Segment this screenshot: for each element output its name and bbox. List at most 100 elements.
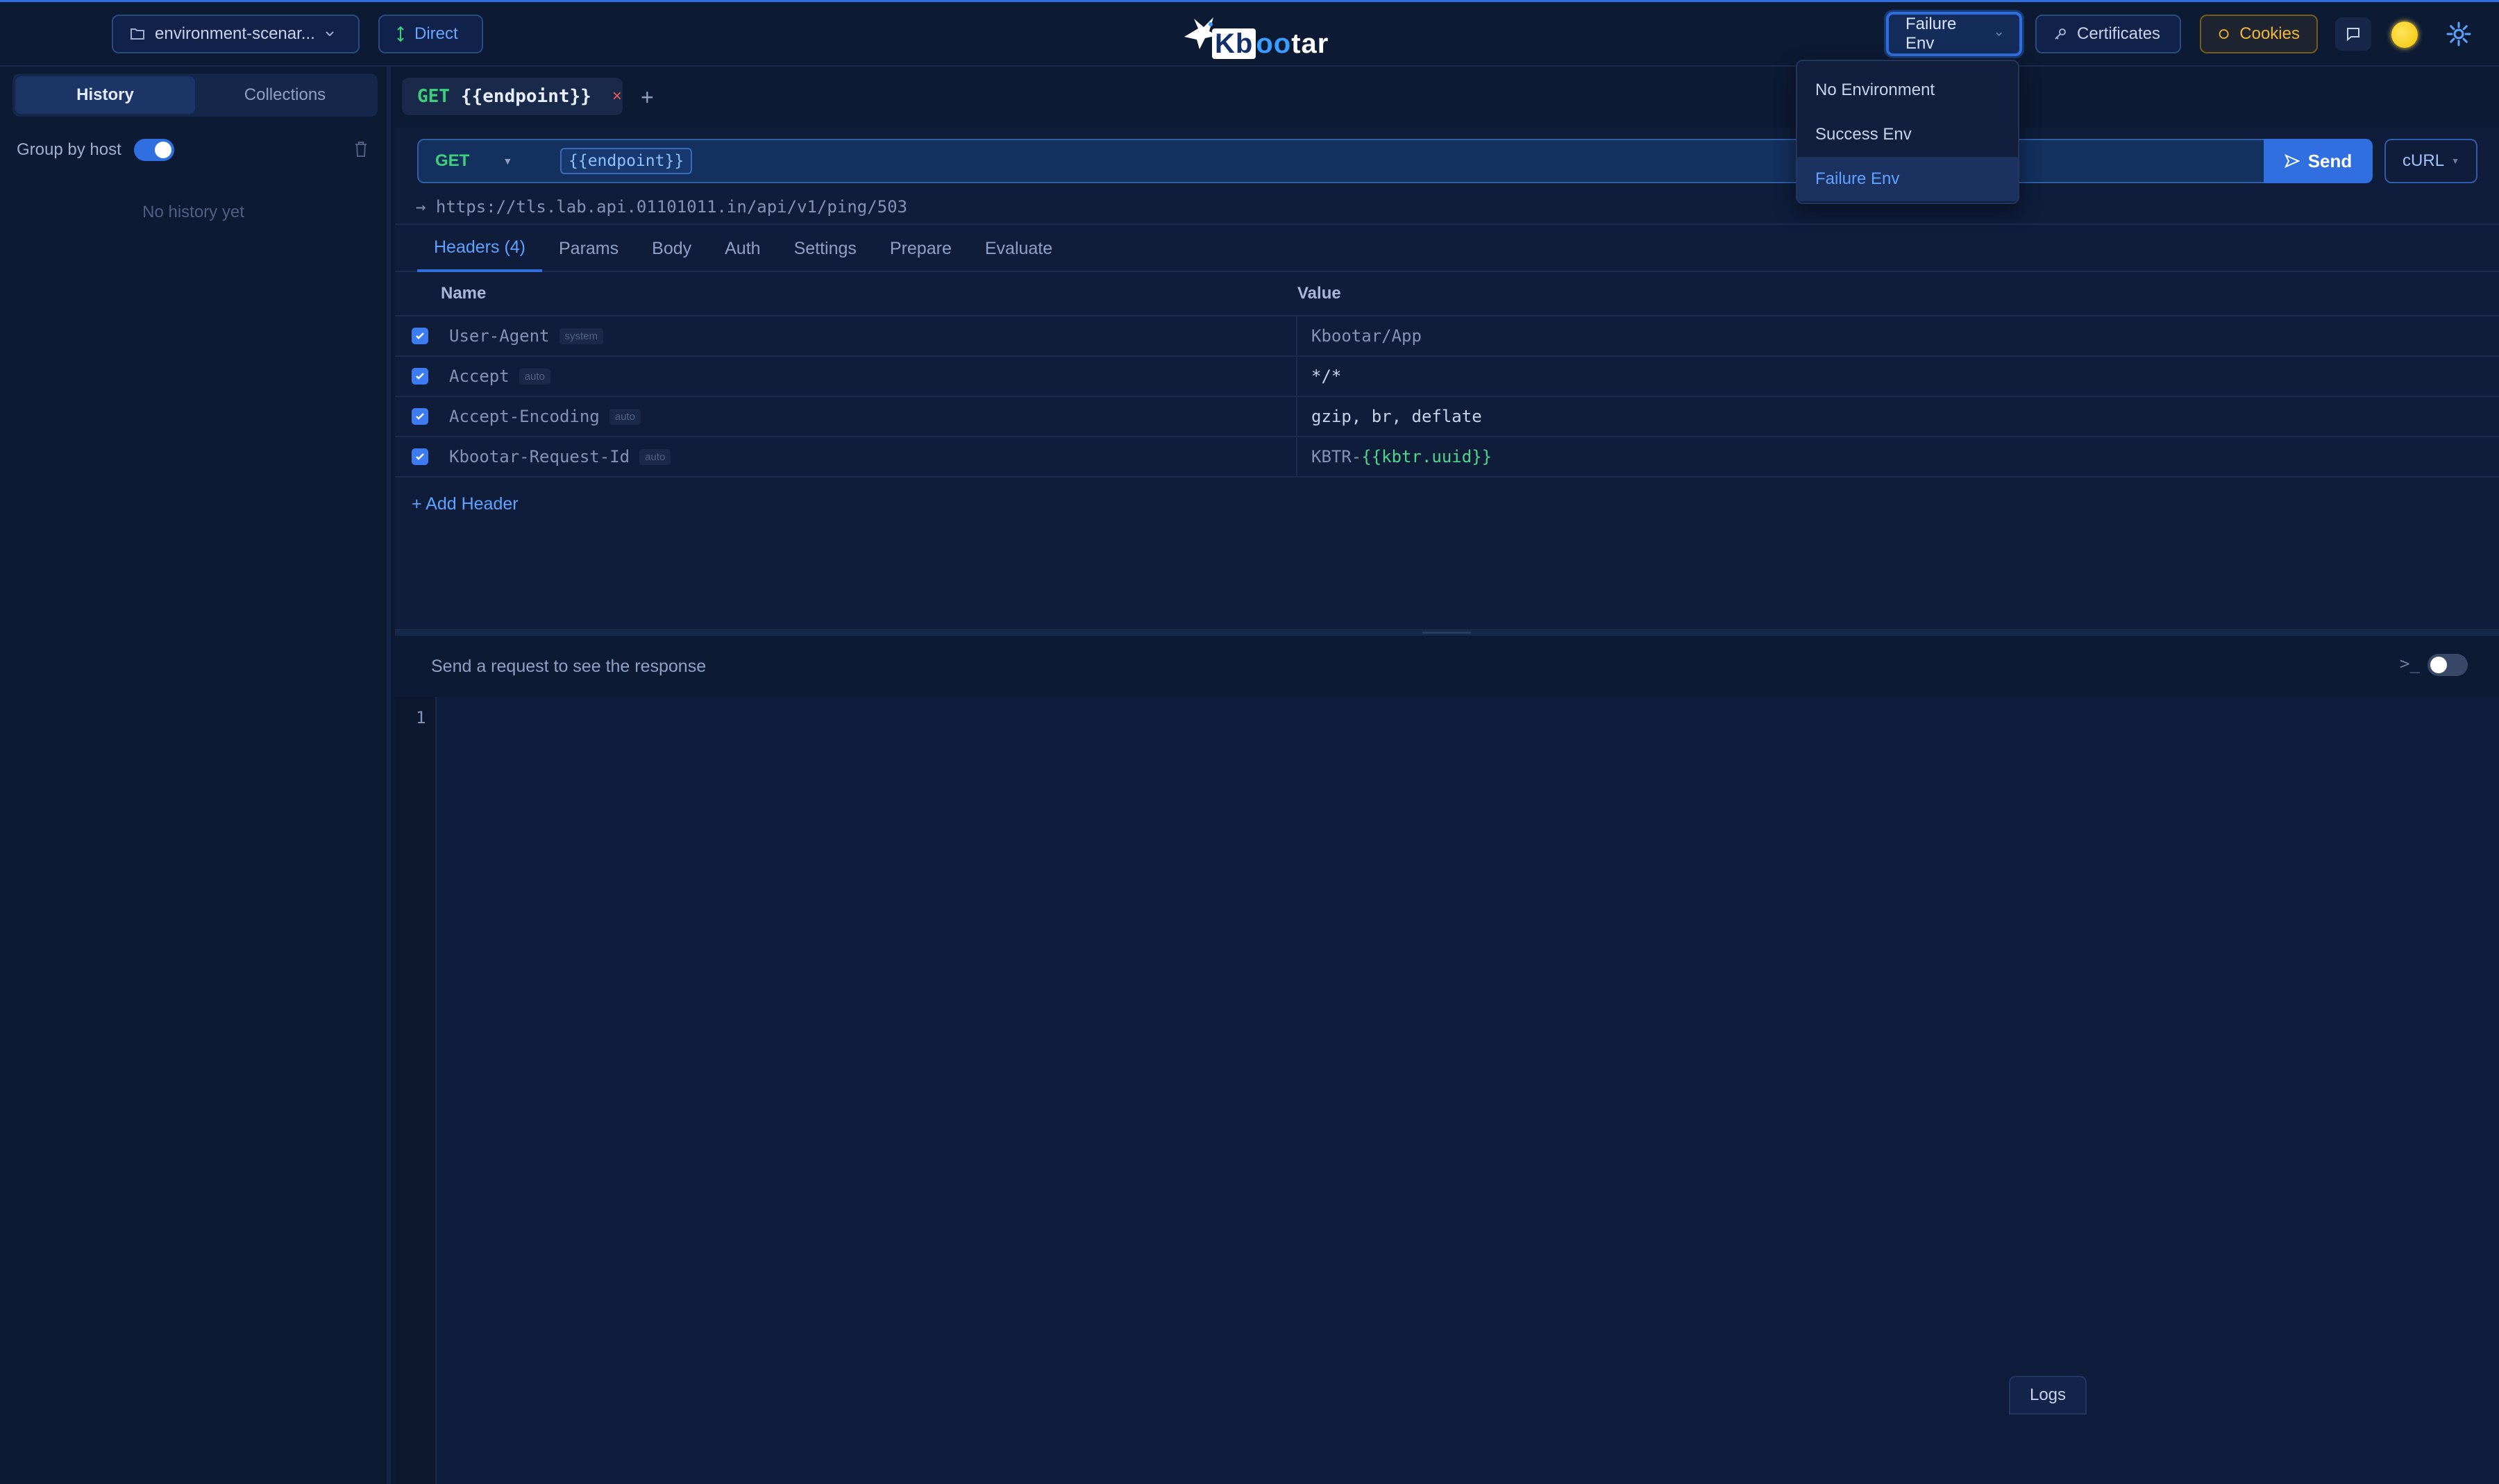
tab-collections[interactable]: Collections xyxy=(195,76,375,114)
tab-evaluate[interactable]: Evaluate xyxy=(968,225,1069,272)
certificates-button[interactable]: Certificates xyxy=(2035,15,2181,53)
group-by-host-toggle[interactable] xyxy=(133,139,174,161)
environment-selector-button[interactable]: Failure Env xyxy=(1886,12,2022,56)
response-editor[interactable]: 1 xyxy=(395,697,2499,1484)
bird-logo-icon xyxy=(1184,17,1218,49)
request-tab[interactable]: GET {{endpoint}} × xyxy=(402,78,623,115)
header-name-cell[interactable]: Kbootar-Request-Id auto xyxy=(428,437,1297,477)
request-subtabs: Headers (4) Params Body Auth Settings Pr… xyxy=(395,224,2499,272)
add-header-button[interactable]: + Add Header xyxy=(412,494,519,514)
check-icon xyxy=(416,332,424,339)
env-option-success[interactable]: Success Env xyxy=(1797,112,2018,157)
caret-down-icon: ▼ xyxy=(2451,156,2459,166)
header-name-cell[interactable]: Accept-Encoding auto xyxy=(428,396,1297,437)
tab-settings[interactable]: Settings xyxy=(777,225,873,272)
tab-headers[interactable]: Headers (4) xyxy=(417,225,542,272)
header-value[interactable]: KBTR-{{kbtr.uuid}} xyxy=(1297,447,1492,466)
group-by-host-label: Group by host xyxy=(17,140,121,159)
response-placeholder: Send a request to see the response xyxy=(431,657,707,676)
header-tag: auto xyxy=(609,408,641,425)
env-option-none[interactable]: No Environment xyxy=(1797,68,2018,112)
request-tab-name: {{endpoint}} xyxy=(460,86,591,107)
folder-icon xyxy=(131,28,144,40)
column-header-value: Value xyxy=(1297,284,1341,303)
chevron-down-icon xyxy=(1995,32,2002,37)
table-row: Kbootar-Request-Id auto KBTR-{{kbtr.uuid… xyxy=(395,437,2499,478)
table-row: Accept-Encoding auto gzip, br, deflate xyxy=(395,396,2499,437)
header-value-prefix: KBTR- xyxy=(1311,447,1362,466)
direct-mode-button[interactable]: Direct xyxy=(378,15,483,53)
request-tab-method: GET xyxy=(417,86,450,107)
direct-mode-label: Direct xyxy=(414,24,458,43)
logo-text: Kb ootar xyxy=(1212,28,1329,60)
resolved-url: → https://tls.lab.api.01101011.in/api/v1… xyxy=(416,197,907,217)
sidebar: History Collections Group by host No his… xyxy=(0,67,391,1484)
cookies-button[interactable]: Cookies xyxy=(2200,15,2318,53)
header-name-cell[interactable]: Accept auto xyxy=(428,356,1297,396)
line-gutter: 1 xyxy=(395,697,437,1484)
header-name-cell[interactable]: User-Agent system xyxy=(428,316,1297,356)
resolved-url-text: https://tls.lab.api.01101011.in/api/v1/p… xyxy=(435,197,908,217)
header-enabled-checkbox[interactable] xyxy=(412,328,428,344)
feedback-button[interactable] xyxy=(2335,17,2371,51)
url-bar: GET ▼ {{endpoint}} xyxy=(417,139,2371,183)
resize-grip xyxy=(1422,632,1471,634)
header-value[interactable]: */* xyxy=(1297,366,1341,386)
tab-params[interactable]: Params xyxy=(542,225,635,272)
certificates-label: Certificates xyxy=(2077,24,2161,43)
header-tag: auto xyxy=(519,368,550,385)
line-number: 1 xyxy=(416,708,426,727)
header-name: User-Agent xyxy=(449,326,550,346)
header-enabled-checkbox[interactable] xyxy=(412,408,428,425)
method-selector[interactable]: GET ▼ xyxy=(419,140,550,182)
response-view-toggle[interactable] xyxy=(2428,654,2468,676)
project-selector-label: environment-scenar... xyxy=(155,24,315,43)
main-panel: GET {{endpoint}} × + GET ▼ {{endpoint}} … xyxy=(395,67,2499,1484)
header-tag: system xyxy=(559,328,604,344)
send-icon xyxy=(2284,154,2300,168)
theme-toggle-icon[interactable] xyxy=(2391,22,2418,48)
header-name: Accept-Encoding xyxy=(449,407,600,426)
gear-icon[interactable] xyxy=(2445,20,2473,48)
tab-history[interactable]: History xyxy=(15,76,195,114)
chevron-down-icon xyxy=(326,31,334,37)
request-tab-bar: GET {{endpoint}} × + xyxy=(395,67,2499,128)
app-logo: Kb ootar xyxy=(1180,10,1328,62)
table-row: Accept auto */* xyxy=(395,356,2499,397)
header-enabled-checkbox[interactable] xyxy=(412,448,428,465)
tab-auth[interactable]: Auth xyxy=(708,225,777,272)
method-selector-label: GET xyxy=(435,151,470,170)
arrow-right-icon: → xyxy=(416,197,426,217)
check-icon xyxy=(416,373,424,380)
header-name: Kbootar-Request-Id xyxy=(449,447,630,466)
environment-dropdown: No Environment Success Env Failure Env xyxy=(1796,60,2019,204)
logs-button[interactable]: Logs xyxy=(2009,1376,2087,1415)
arrow-updown-icon xyxy=(397,26,404,42)
headers-table-header: Name Value xyxy=(395,272,2499,317)
header-enabled-checkbox[interactable] xyxy=(412,368,428,385)
header-tag: auto xyxy=(639,448,671,465)
close-tab-icon[interactable]: × xyxy=(612,87,622,106)
panel-resize-handle[interactable] xyxy=(395,629,2499,636)
tab-prepare[interactable]: Prepare xyxy=(873,225,968,272)
send-button[interactable]: Send xyxy=(2264,139,2373,183)
header-name: Accept xyxy=(449,366,510,386)
header-value[interactable]: gzip, br, deflate xyxy=(1297,407,1482,426)
key-icon xyxy=(2055,28,2066,40)
project-selector-button[interactable]: environment-scenar... xyxy=(112,15,360,53)
column-header-name: Name xyxy=(441,284,487,303)
group-by-host-row: Group by host xyxy=(17,135,371,165)
header-value[interactable]: Kbootar/App xyxy=(1297,326,1422,346)
url-variable-token[interactable]: {{endpoint}} xyxy=(560,148,693,174)
table-row: User-Agent system Kbootar/App xyxy=(395,316,2499,357)
env-option-failure[interactable]: Failure Env xyxy=(1797,157,2018,201)
curl-button[interactable]: cURL ▼ xyxy=(2384,139,2477,183)
cookies-label: Cookies xyxy=(2239,24,2300,43)
trash-icon[interactable] xyxy=(353,140,369,158)
top-bar: environment-scenar... Direct Kb ootar Fai… xyxy=(0,0,2499,67)
response-bar: Send a request to see the response >_ xyxy=(395,636,2499,697)
curl-label: cURL xyxy=(2403,151,2445,170)
headers-table: Name Value User-Agent system Kbootar/App… xyxy=(395,272,2499,478)
tab-body[interactable]: Body xyxy=(635,225,708,272)
add-tab-button[interactable]: + xyxy=(641,85,654,110)
